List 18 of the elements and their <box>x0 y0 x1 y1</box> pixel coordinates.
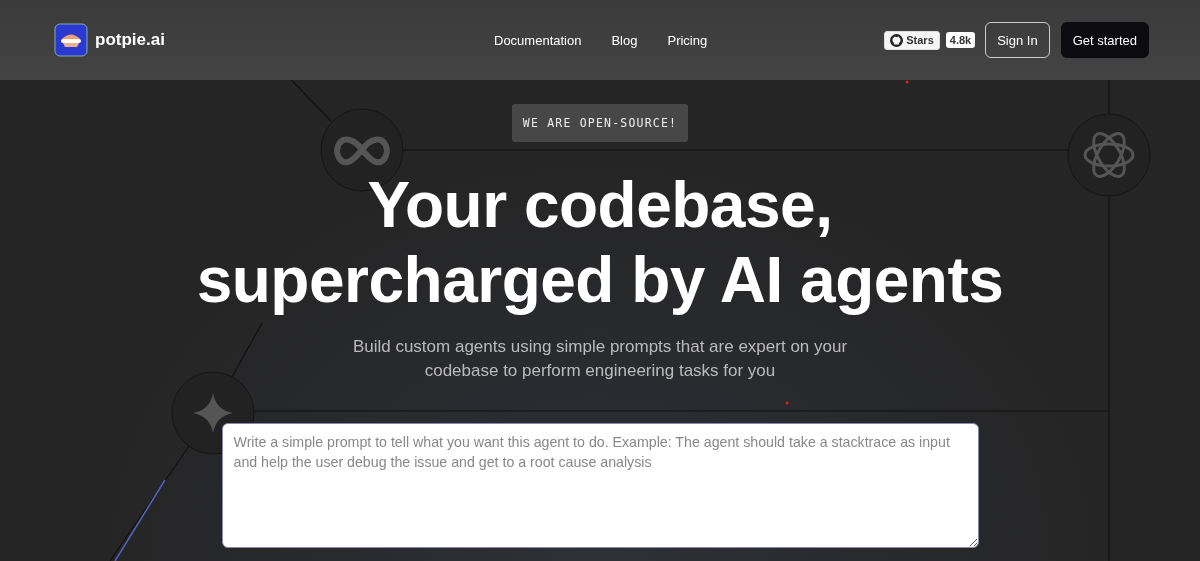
nav-link[interactable]: Pricing <box>667 32 708 48</box>
hero-subtitle: Build custom agents using simple prompts that are expert on your codebase to perform engineering tasks for you <box>352 336 848 382</box>
star-count: 4.8k <box>945 32 976 48</box>
logo-icon <box>54 23 88 57</box>
accent-dot <box>905 80 909 84</box>
brand-name[interactable]: potpie.ai <box>95 30 165 50</box>
nav-link[interactable]: Blog <box>611 32 638 48</box>
hero-title: Your codebase, supercharged by AI agents <box>196 168 1004 318</box>
prompt-field[interactable]: Write a simple prompt to tell what you want this agent to do. Example: The agent should take a stacktrace as input and help the user debug the issue and get to a root cause analysis <box>221 423 979 548</box>
open-source-badge: WE ARE OPEN-SOURCE! <box>511 104 689 142</box>
get-started-button[interactable]: Get started <box>1060 22 1149 58</box>
accent-dot <box>785 401 789 405</box>
connector-line <box>231 322 263 378</box>
sign-in-button[interactable]: Sign In <box>985 22 1050 58</box>
github-icon <box>890 33 904 47</box>
github-stars-button[interactable]: Stars <box>884 30 940 50</box>
nav-link[interactable]: Documentation <box>494 32 582 48</box>
knot-icon <box>1067 113 1151 197</box>
